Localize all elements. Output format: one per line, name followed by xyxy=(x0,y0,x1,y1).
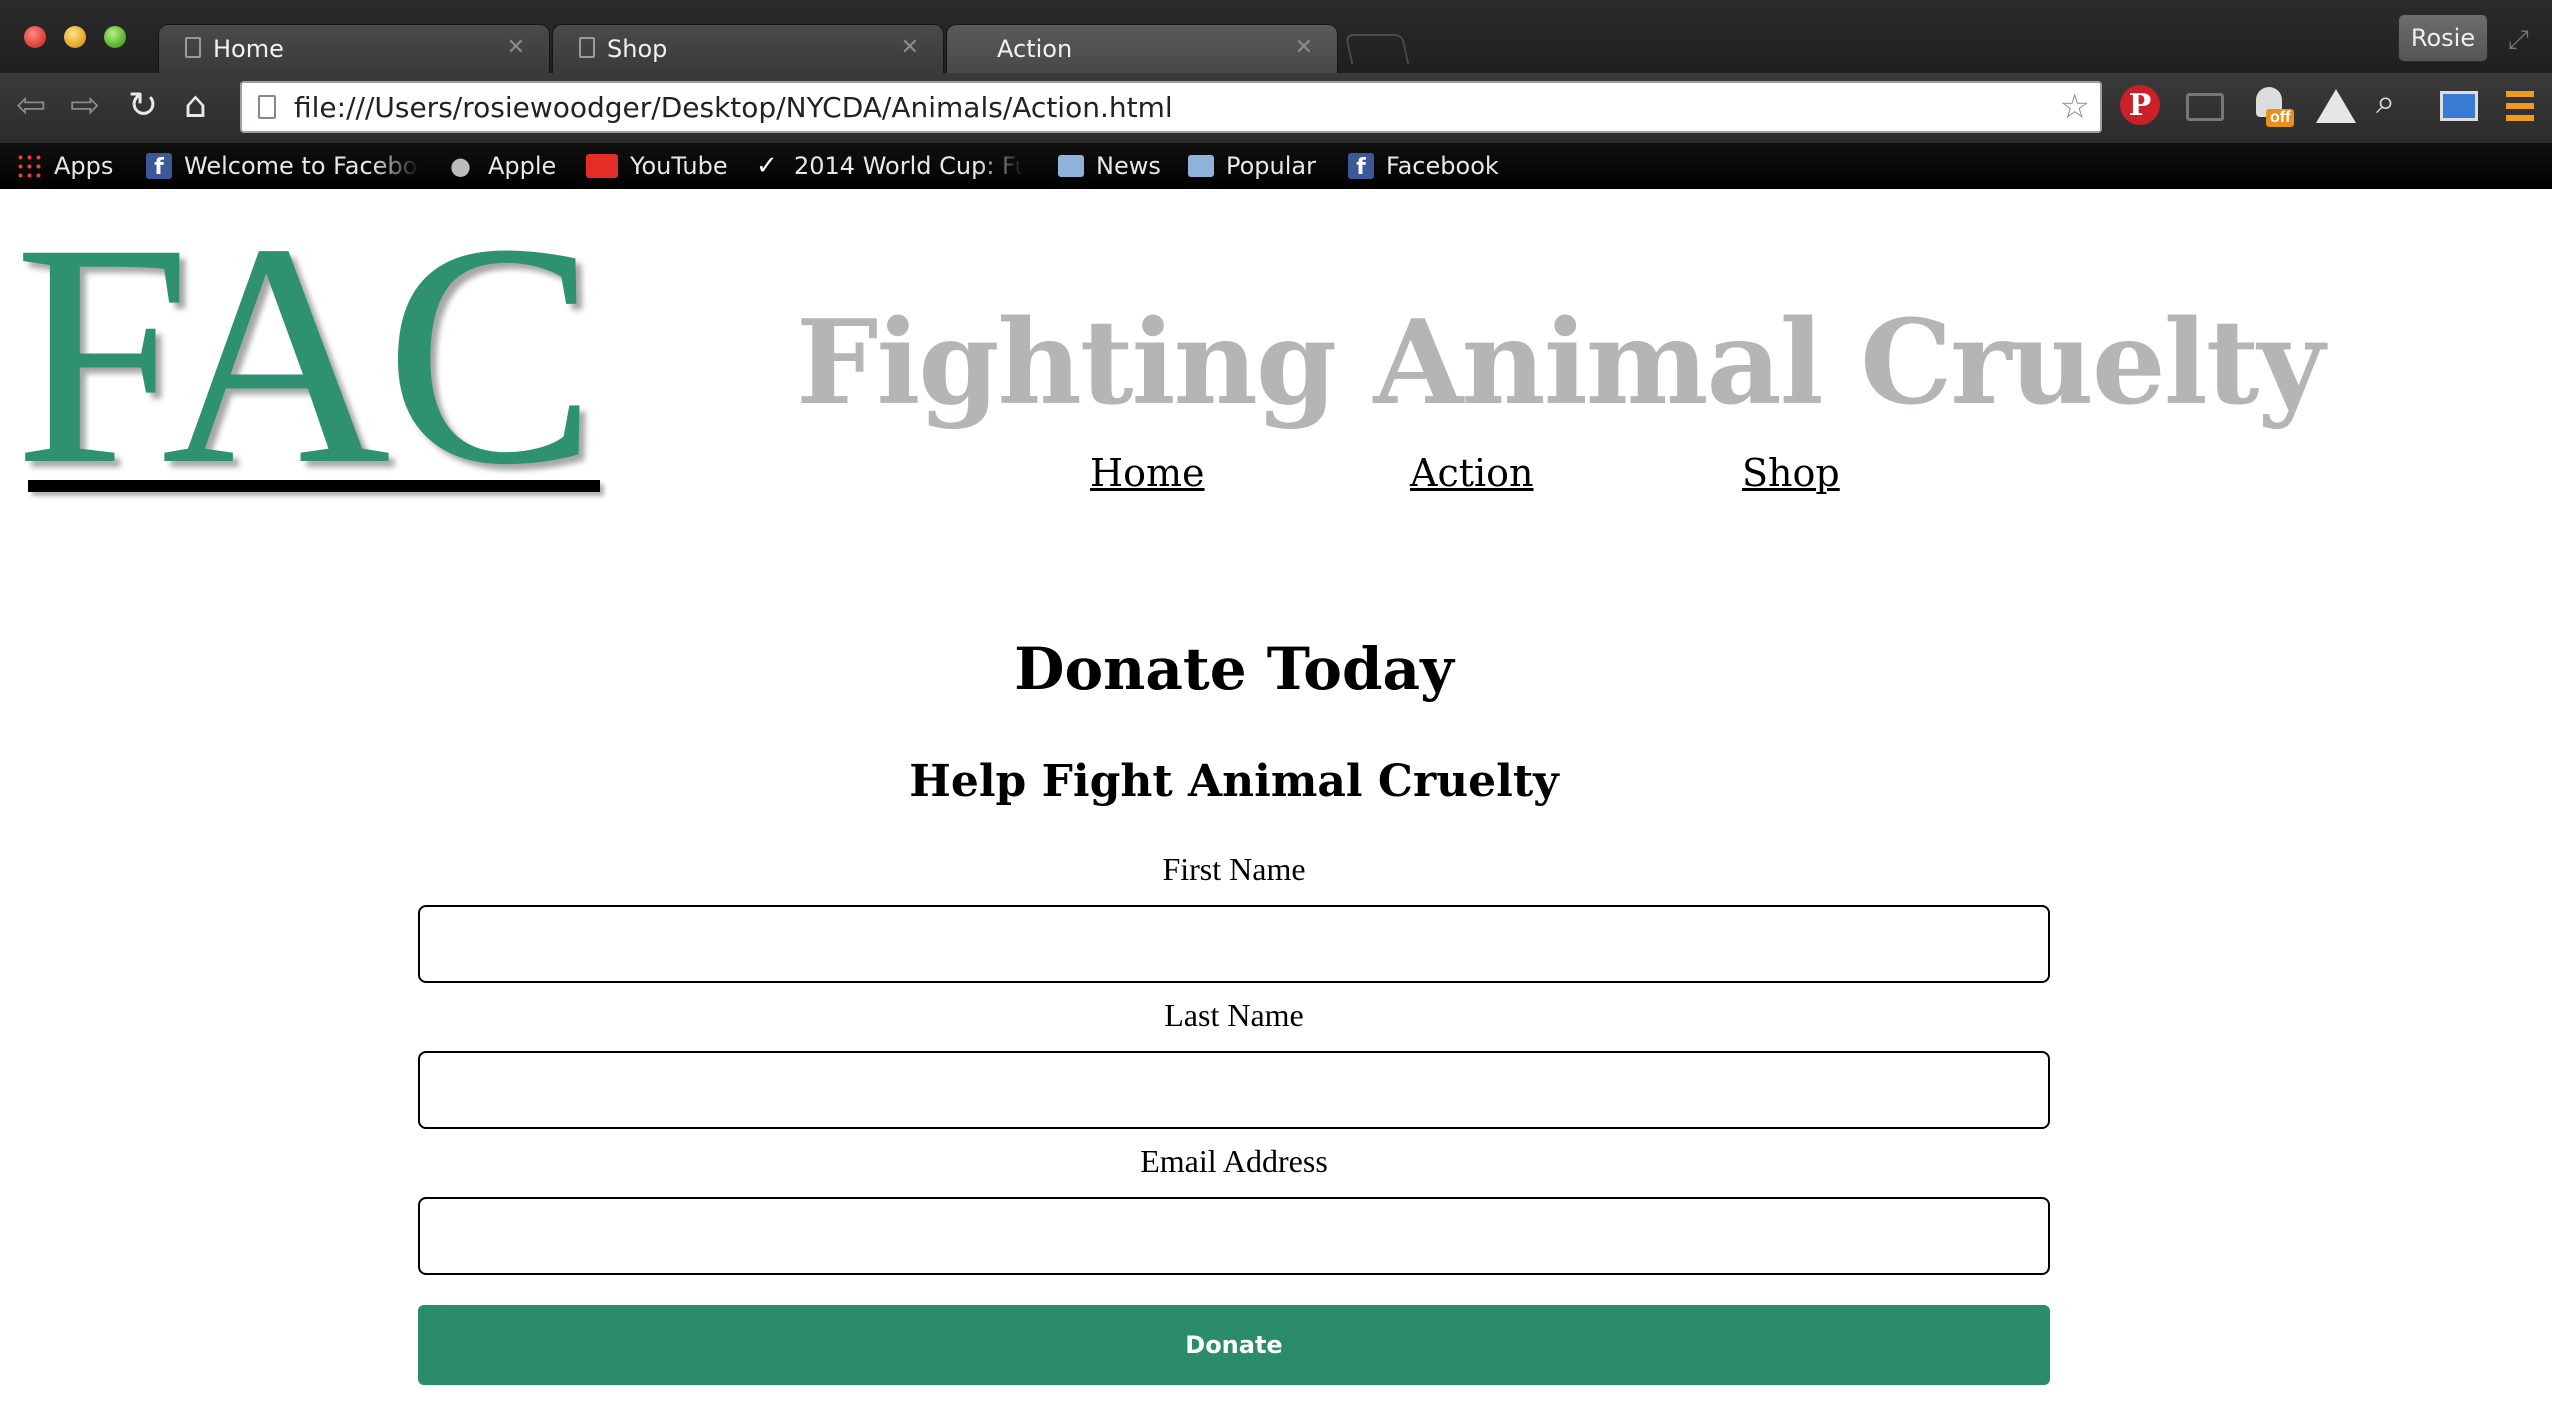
web-page: FAC Fighting Animal Cruelty Home Action … xyxy=(0,189,2552,1414)
fullscreen-icon[interactable]: ⤢ xyxy=(2508,24,2529,56)
nike-swoosh-icon: ✓ xyxy=(756,151,778,181)
bookmark-label: YouTube xyxy=(630,152,728,180)
facebook-icon: f xyxy=(1348,153,1374,180)
logo-underline xyxy=(28,480,600,492)
pinterest-icon[interactable]: P xyxy=(2120,85,2160,125)
browser-tab-strip: Home ✕ Shop ✕ Action ✕ Rosie ⤢ xyxy=(0,0,2552,73)
zoom-window-button[interactable] xyxy=(104,26,126,48)
page-icon xyxy=(579,37,595,58)
bookmark-folder-popular[interactable]: Popular xyxy=(1188,147,1316,185)
bookmark-label: Popular xyxy=(1226,152,1316,180)
bookmark-label: 2014 World Cup: Ful xyxy=(794,152,1024,180)
folder-icon xyxy=(1058,155,1084,177)
first-name-label: First Name xyxy=(1162,851,1306,887)
back-arrow-icon[interactable]: ⇦ xyxy=(16,85,46,126)
facebook-icon: f xyxy=(146,153,172,180)
forward-arrow-icon[interactable]: ⇨ xyxy=(70,85,100,126)
url-text: file:///Users/rosiewoodger/Desktop/NYCDA… xyxy=(294,91,1173,124)
folder-icon xyxy=(1188,155,1214,177)
tab-label: Home xyxy=(213,35,284,63)
site-logo[interactable]: FAC xyxy=(14,195,597,513)
bookmark-facebook[interactable]: f Facebook xyxy=(1348,147,1499,185)
email-label: Email Address xyxy=(1140,1143,1328,1179)
extension-badge: off xyxy=(2266,109,2295,127)
close-icon[interactable]: ✕ xyxy=(507,35,525,60)
cast-icon[interactable] xyxy=(2186,93,2224,121)
bookmark-star-icon[interactable]: ☆ xyxy=(2060,87,2090,127)
home-icon[interactable]: ⌂ xyxy=(184,85,207,126)
tab-action[interactable]: Action ✕ xyxy=(946,24,1338,73)
profile-button[interactable]: Rosie xyxy=(2398,14,2488,62)
page-icon xyxy=(258,95,276,119)
minimize-window-button[interactable] xyxy=(64,26,86,48)
email-input[interactable] xyxy=(418,1197,2050,1275)
last-name-label: Last Name xyxy=(1164,997,1304,1033)
address-bar[interactable]: file:///Users/rosiewoodger/Desktop/NYCDA… xyxy=(240,81,2102,133)
bookmark-label: News xyxy=(1096,152,1161,180)
help-subheading: Help Fight Animal Cruelty xyxy=(909,756,1559,807)
magnifier-icon[interactable]: ⌕ xyxy=(2376,83,2416,123)
donate-heading: Donate Today xyxy=(1014,635,1454,703)
tab-shop[interactable]: Shop ✕ xyxy=(552,24,944,73)
ghostery-icon[interactable]: off xyxy=(2252,87,2295,127)
first-name-input[interactable] xyxy=(418,905,2050,983)
donate-button[interactable]: Donate xyxy=(418,1305,2050,1385)
bookmark-label: Facebook xyxy=(1386,152,1499,180)
nav-link-shop[interactable]: Shop xyxy=(1742,451,1840,495)
screen-capture-icon[interactable] xyxy=(2440,91,2478,121)
tab-home[interactable]: Home ✕ xyxy=(158,24,550,73)
bookmark-youtube[interactable]: YouTube xyxy=(586,147,728,185)
close-icon[interactable]: ✕ xyxy=(1295,35,1313,60)
bookmark-label: Apps xyxy=(54,152,114,180)
youtube-icon xyxy=(586,154,618,178)
apps-grid-icon xyxy=(16,153,42,179)
tab-label: Shop xyxy=(607,35,668,63)
apple-icon: ● xyxy=(450,152,471,180)
browser-toolbar: ⇦ ⇨ ↻ ⌂ file:///Users/rosiewoodger/Deskt… xyxy=(0,73,2552,143)
site-title: Fighting Animal Cruelty xyxy=(796,295,2325,431)
last-name-input[interactable] xyxy=(418,1051,2050,1129)
bookmark-folder-news[interactable]: News xyxy=(1058,147,1161,185)
new-tab-button[interactable] xyxy=(1344,34,1410,64)
reload-icon[interactable]: ↻ xyxy=(128,85,158,126)
close-icon[interactable]: ✕ xyxy=(901,35,919,60)
google-drive-icon[interactable] xyxy=(2316,89,2356,123)
page-icon xyxy=(185,37,201,58)
bookmark-label: Apple xyxy=(488,152,557,180)
close-window-button[interactable] xyxy=(24,26,46,48)
nav-link-home[interactable]: Home xyxy=(1090,451,1205,495)
nav-link-action[interactable]: Action xyxy=(1410,451,1534,495)
tab-label: Action xyxy=(997,35,1073,63)
bookmark-world-cup[interactable]: ✓ 2014 World Cup: Ful xyxy=(756,147,1024,185)
bookmark-label: Welcome to Faceboo xyxy=(184,152,420,180)
menu-icon[interactable] xyxy=(2506,91,2534,121)
